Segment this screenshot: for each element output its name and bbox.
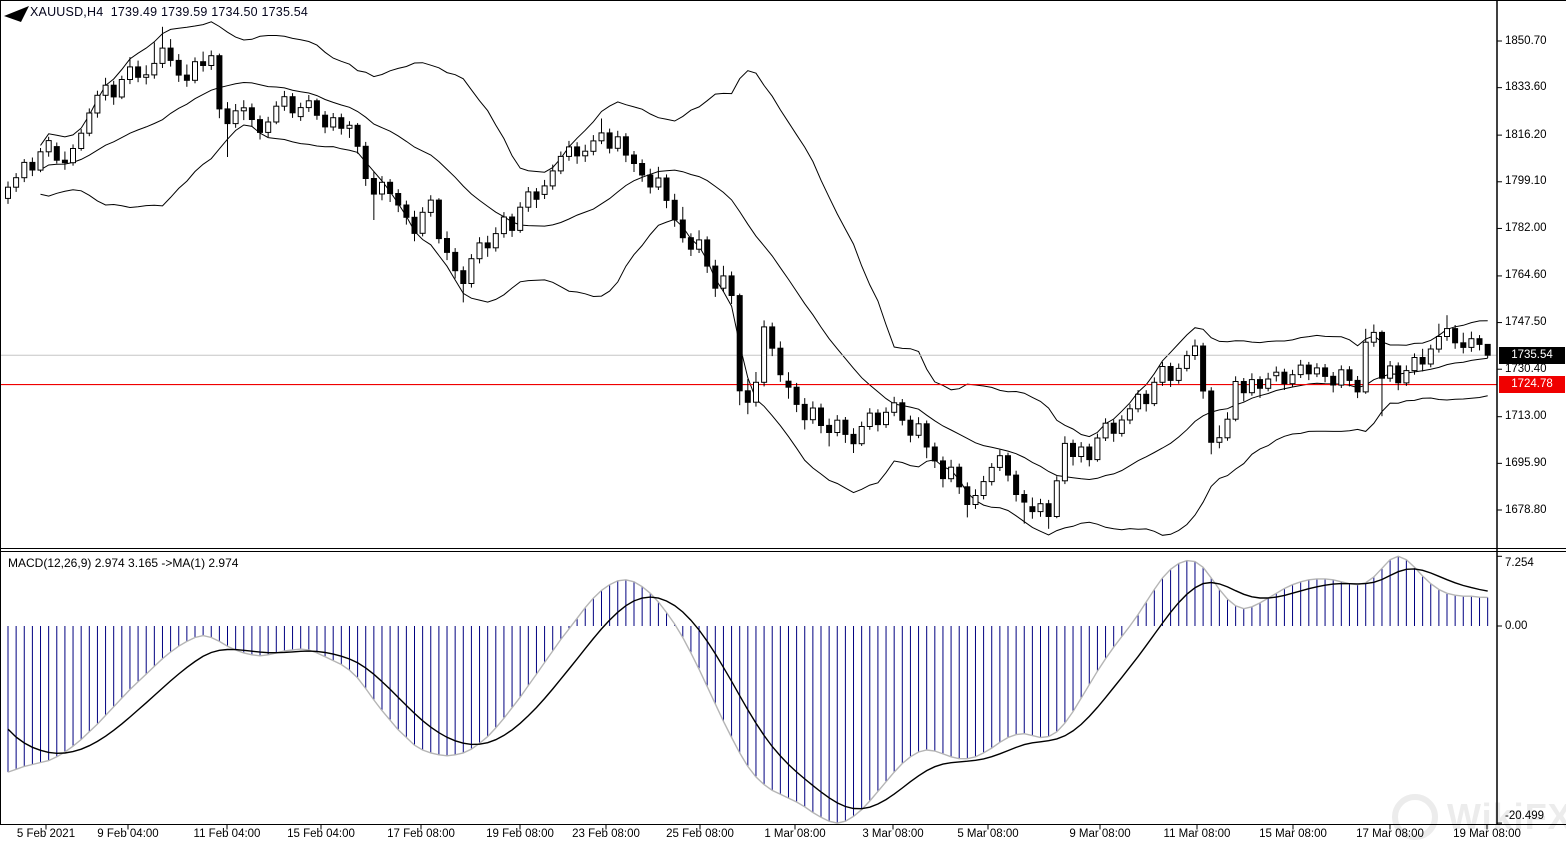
macd-axis-label: 0.00 — [1505, 618, 1527, 635]
ohlc-values: 1739.49 1739.59 1734.50 1735.54 — [111, 5, 308, 19]
macd-indicator-label: MACD(12,26,9) 2.974 3.165 ->MA(1) 2.974 — [8, 556, 238, 570]
time-axis-label: 5 Mar 08:00 — [957, 828, 1018, 840]
price-grid-label: 1850.70 — [1505, 33, 1547, 50]
time-axis-label: 23 Feb 08:00 — [572, 828, 640, 840]
price-macd-plot[interactable] — [0, 0, 1566, 850]
macd-axis-label: 7.254 — [1505, 555, 1534, 572]
time-axis-label: 25 Feb 08:00 — [666, 828, 734, 840]
chart-title: XAUUSD,H4 1739.49 1739.59 1734.50 1735.5… — [30, 5, 308, 19]
time-axis-label: 1 Mar 08:00 — [764, 828, 825, 840]
price-grid-label: 1713.00 — [1505, 408, 1547, 425]
time-axis-label: 15 Mar 08:00 — [1259, 828, 1327, 840]
time-axis-label: 11 Mar 08:00 — [1164, 828, 1231, 840]
time-axis-label: 11 Feb 04:00 — [194, 828, 261, 840]
price-grid-label: 1816.20 — [1505, 127, 1547, 144]
price-grid-label: 1678.80 — [1505, 502, 1547, 519]
price-grid-label: 1799.10 — [1505, 173, 1547, 190]
price-grid-label: 1695.90 — [1505, 455, 1547, 472]
current-price-badge: 1735.54 — [1499, 347, 1565, 364]
time-axis-label: 9 Feb 04:00 — [97, 828, 158, 840]
macd-axis-label: -20.499 — [1505, 808, 1544, 825]
time-axis-label: 17 Feb 08:00 — [387, 828, 455, 840]
cursor-arrow-icon — [2, 3, 32, 25]
price-grid-label: 1782.00 — [1505, 220, 1547, 237]
time-axis-label: 17 Mar 08:00 — [1356, 828, 1424, 840]
price-grid-label: 1833.60 — [1505, 79, 1547, 96]
time-axis-label: 15 Feb 04:00 — [287, 828, 355, 840]
time-axis-label: 5 Feb 2021 — [17, 828, 75, 840]
symbol-period-label: XAUUSD,H4 — [30, 5, 103, 19]
time-axis-label: 19 Mar 08:00 — [1453, 828, 1521, 840]
chart-window: WikiFX XAUUSD,H4 1739.49 1739.59 1734.50… — [0, 0, 1566, 850]
price-grid-label: 1764.60 — [1505, 267, 1547, 284]
price-grid-label: 1747.50 — [1505, 314, 1547, 331]
time-axis-label: 19 Feb 08:00 — [486, 828, 554, 840]
alert-price-badge: 1724.78 — [1499, 376, 1565, 393]
time-axis-label: 3 Mar 08:00 — [862, 828, 923, 840]
time-axis-label: 9 Mar 08:00 — [1069, 828, 1130, 840]
